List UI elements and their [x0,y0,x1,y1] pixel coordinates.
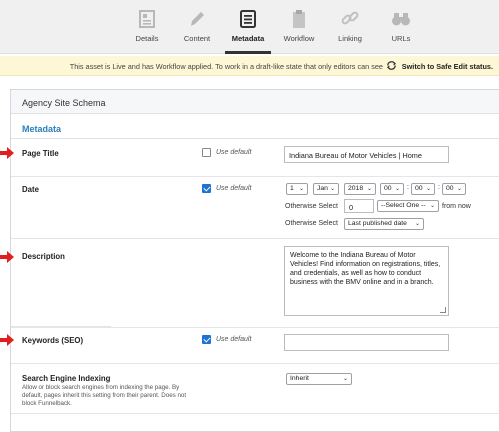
tab-urls[interactable]: URLs [377,8,425,43]
day-select[interactable]: 1 ⌄ [286,183,308,195]
tab-metadata-label: Metadata [231,34,265,43]
tab-content[interactable]: Content [173,8,221,43]
description-textarea[interactable]: Welcome to the Indiana Bureau of Motor V… [284,246,449,316]
hour-select[interactable]: 00 ⌄ [380,183,404,195]
chevron-down-icon: ⌄ [342,376,348,382]
otherwise-select-label: Otherwise Select [285,203,338,210]
page-title-use-default-checkbox[interactable] [202,148,211,157]
keywords-label: Keywords (SEO) [22,336,84,345]
hour-value: 00 [384,185,392,192]
offset-input[interactable]: 0 [344,199,374,213]
chevron-down-icon: ⌄ [425,186,431,192]
keywords-use-default-checkbox[interactable] [202,335,211,344]
tab-content-label: Content [183,34,211,43]
chevron-down-icon: ⌄ [429,203,435,209]
tab-details[interactable]: Details [123,8,171,43]
date-label: Date [22,185,39,194]
sync-icon [386,61,397,70]
tab-metadata[interactable]: Metadata [224,8,272,43]
page-title-input[interactable]: Indiana Bureau of Motor Vehicles | Home [284,146,449,163]
notice-message: This asset is Live and has Workflow appl… [69,62,383,71]
tab-urls-label: URLs [391,34,411,43]
time-separator: : [407,184,409,191]
metadata-icon [240,10,256,28]
otherwise-select-label: Otherwise Select [285,220,338,227]
panel-title: Agency Site Schema [22,98,106,108]
description-text: Welcome to the Indiana Bureau of Motor V… [290,252,441,286]
tab-details-label: Details [135,34,159,43]
day-value: 1 [290,185,294,192]
workflow-notice: This asset is Live and has Workflow appl… [0,56,499,76]
pencil-icon [191,12,204,26]
safe-edit-link[interactable]: Switch to Safe Edit status. [402,62,493,71]
chevron-down-icon: ⌄ [456,186,462,192]
red-arrow-icon [0,251,14,263]
from-now-label: from now [442,203,471,210]
minute-value: 00 [415,185,423,192]
search-indexing-value: Inherit [290,375,309,382]
second-select[interactable]: 00 ⌄ [442,183,466,195]
tab-linking[interactable]: Linking [326,8,374,43]
metadata-panel: Agency Site Schema Metadata Page Title U… [10,89,499,432]
red-arrow-icon [0,334,14,346]
offset-unit-value: --Select One -- [381,202,426,209]
year-select[interactable]: 2018 ⌄ [344,183,376,195]
chevron-down-icon: ⌄ [414,221,420,227]
tab-workflow[interactable]: Workflow [275,8,323,43]
clipboard-icon [293,10,305,28]
link-icon [341,11,359,25]
divider [11,238,499,239]
month-value: Jan [317,185,328,192]
page-title-label: Page Title [22,149,59,158]
chevron-down-icon: ⌄ [366,186,372,192]
tab-linking-label: Linking [338,34,362,43]
panel-header: Agency Site Schema [11,90,499,114]
description-label: Description [22,252,65,261]
offset-unit-select[interactable]: --Select One -- ⌄ [377,200,439,212]
search-indexing-select[interactable]: Inherit ⌄ [286,373,352,385]
last-published-select[interactable]: Last published date ⌄ [344,218,424,230]
divider [11,413,499,414]
section-title: Metadata [22,124,62,134]
minute-select[interactable]: 00 ⌄ [411,183,435,195]
asset-toolbar: Details Content Metadata Workflow Linkin… [0,0,499,54]
divider [11,138,499,139]
date-use-default-label: Use default [216,185,252,192]
tab-workflow-label: Workflow [283,34,315,43]
year-value: 2018 [348,185,364,192]
last-published-value: Last published date [348,220,407,227]
chevron-down-icon: ⌄ [394,186,400,192]
date-use-default-checkbox[interactable] [202,184,211,193]
resize-handle-icon[interactable] [440,307,446,313]
chevron-down-icon: ⌄ [298,186,304,192]
time-separator: : [438,184,440,191]
month-select[interactable]: Jan ⌄ [313,183,339,195]
divider [11,327,499,328]
chevron-down-icon: ⌄ [329,186,335,192]
search-indexing-help: Allow or block search engines from index… [22,384,187,407]
active-tab-indicator [225,51,271,54]
red-arrow-icon [0,147,14,159]
divider [11,176,499,177]
keywords-use-default-label: Use default [216,336,252,343]
second-value: 00 [446,185,454,192]
divider [11,363,499,364]
keywords-input[interactable] [284,334,449,351]
page-title-use-default-label: Use default [216,149,252,156]
binoculars-icon [392,13,410,26]
search-indexing-label: Search Engine Indexing [22,374,111,383]
details-icon [139,10,155,28]
